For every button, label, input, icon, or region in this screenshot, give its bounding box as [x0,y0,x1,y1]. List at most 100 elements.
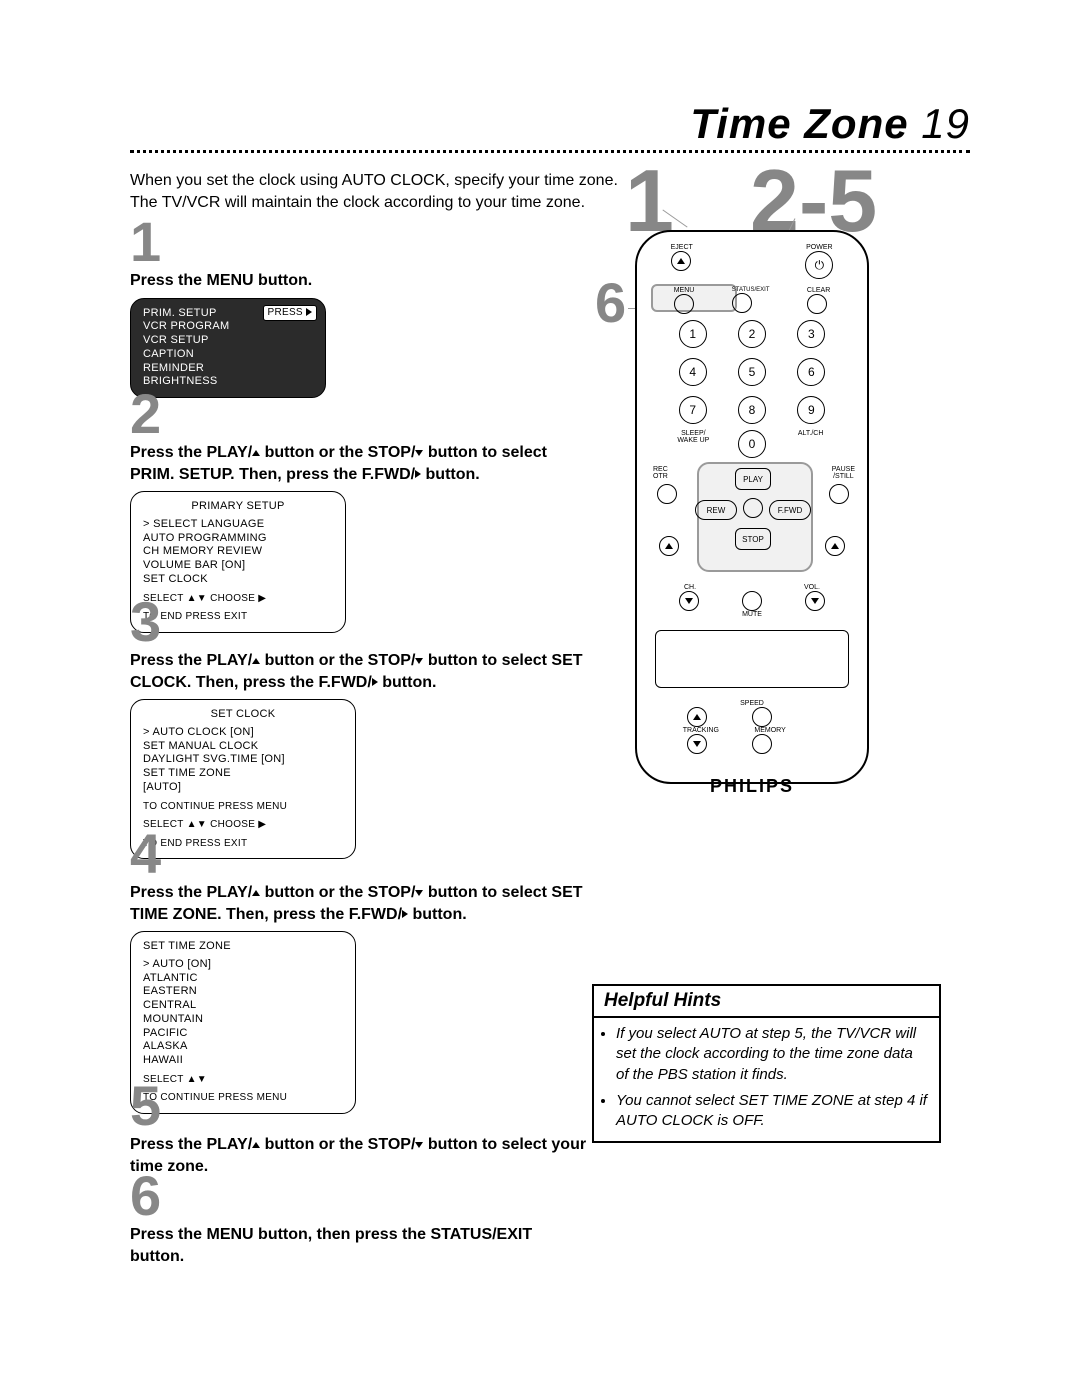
digit-1-button[interactable]: 1 [679,320,707,348]
menu-item: CH MEMORY REVIEW [143,545,333,559]
power-label: POWER [805,244,833,251]
menu-item: AUTO PROGRAMMING [143,532,333,546]
step-number: 5 [130,1078,590,1134]
eject-label: EJECT [671,244,693,251]
dpad-cluster: REC OTR PAUSE /STILL PLAY REW F.FWD STOP [637,466,867,576]
menu-item: > AUTO [ON] [143,958,343,972]
step-1: 1 Press the MENU button. PRESS PRIM. SET… [130,214,590,398]
press-label: PRESS [268,307,303,318]
step-text: Press the MENU button, then press the ST… [130,1224,590,1267]
menu-item: VOLUME BAR [ON] [143,559,333,573]
callout-6: 6 [595,270,626,335]
t: button or the STOP/ [260,884,415,901]
tracking-label: TRACKING [683,727,719,734]
hint-item: If you select AUTO at step 5, the TV/VCR… [616,1024,929,1085]
t: button or the STOP/ [260,652,415,669]
clear-button[interactable] [807,294,827,314]
hints-list: If you select AUTO at step 5, the TV/VCR… [616,1024,929,1131]
ch-label: CH. [684,584,696,591]
menu-item: CAPTION [143,348,313,362]
menu-item: CENTRAL [143,999,343,1013]
rec-label: REC OTR [653,466,668,480]
step-number: 2 [130,386,590,442]
hints-title: Helpful Hints [594,986,939,1018]
t: button or the STOP/ [260,1136,415,1153]
eject-icon [677,258,685,264]
menu-item: SET MANUAL CLOCK [143,740,343,754]
stop-button[interactable]: STOP [735,528,771,550]
step-5: 5 Press the PLAY/ button or the STOP/ bu… [130,1078,590,1177]
digit-9-button[interactable]: 9 [797,396,825,424]
remote-panel [655,630,849,688]
step-text: Press the MENU button. [130,270,590,292]
pause-button[interactable] [829,484,849,504]
brand-label: PHILIPS [637,776,867,797]
menu-item: [AUTO] [143,781,343,795]
menu-item: ALASKA [143,1040,343,1054]
step-number: 1 [130,214,590,270]
step-number: 4 [130,826,590,882]
press-box: PRESS [263,305,318,322]
up-arrow-icon [693,714,701,720]
t: button or the STOP/ [260,444,415,461]
digit-7-button[interactable]: 7 [679,396,707,424]
digit-8-button[interactable]: 8 [738,396,766,424]
eject-button[interactable] [671,251,691,271]
screen-header: SET CLOCK [143,708,343,722]
mute-label: MUTE [742,611,762,618]
vol-up-button[interactable] [825,536,845,556]
speed-button[interactable] [752,707,772,727]
ffwd-button[interactable]: F.FWD [769,500,811,520]
menu-item: PACIFIC [143,1027,343,1041]
center-button[interactable] [743,498,763,518]
digit-6-button[interactable]: 6 [797,358,825,386]
title-text: Time Zone [690,100,908,147]
right-arrow-icon [306,308,312,316]
tracking-up-button[interactable] [687,707,707,727]
screen-header: PRIMARY SETUP [143,500,333,514]
digit-5-button[interactable]: 5 [738,358,766,386]
clear-label: CLEAR [807,287,830,294]
step-3: 3 Press the PLAY/ button or the STOP/ bu… [130,594,590,859]
alt-label: ALT./CH [791,430,831,458]
t: Press the PLAY/ [130,652,252,669]
speed-label: SPEED [740,700,764,707]
digit-3-button[interactable]: 3 [797,320,825,348]
page-title: Time Zone 19 [690,100,970,148]
menu-item: REMINDER [143,362,313,376]
digit-2-button[interactable]: 2 [738,320,766,348]
step-text: Press the PLAY/ button or the STOP/ butt… [130,650,590,693]
menu-item: VCR SETUP [143,334,313,348]
ch-down-button[interactable] [679,591,699,611]
mute-button[interactable] [742,591,762,611]
helpful-hints-box: Helpful Hints If you select AUTO at step… [592,984,941,1143]
pause-label: PAUSE /STILL [832,466,855,480]
digit-4-button[interactable]: 4 [679,358,707,386]
menu-label: MENU [674,287,695,294]
up-arrow-icon [831,543,839,549]
ch-up-button[interactable] [659,536,679,556]
play-button[interactable]: PLAY [735,468,771,490]
down-arrow-icon [811,598,819,604]
digit-0-button[interactable]: 0 [738,430,766,458]
step-6: 6 Press the MENU button, then press the … [130,1168,590,1267]
hint-item: You cannot select SET TIME ZONE at step … [616,1091,929,1132]
rew-button[interactable]: REW [695,500,737,520]
step-4: 4 Press the PLAY/ button or the STOP/ bu… [130,826,590,1114]
menu-button[interactable] [674,294,694,314]
screen-footer: TO CONTINUE PRESS MENU [143,801,343,814]
menu-item: MOUNTAIN [143,1013,343,1027]
menu-item: SET TIME ZONE [143,767,343,781]
up-arrow-icon [252,450,260,456]
up-arrow-icon [252,658,260,664]
menu-item: ATLANTIC [143,972,343,986]
memory-button[interactable] [752,734,772,754]
intro-text: When you set the clock using AUTO CLOCK,… [130,170,630,213]
manual-page: Time Zone 19 When you set the clock usin… [0,0,1080,1397]
status-exit-button[interactable] [732,293,752,313]
tracking-down-button[interactable] [687,734,707,754]
menu-item: > SELECT LANGUAGE [143,518,333,532]
vol-down-button[interactable] [805,591,825,611]
power-button[interactable]: ⏻ [805,251,833,279]
rec-button[interactable] [657,484,677,504]
